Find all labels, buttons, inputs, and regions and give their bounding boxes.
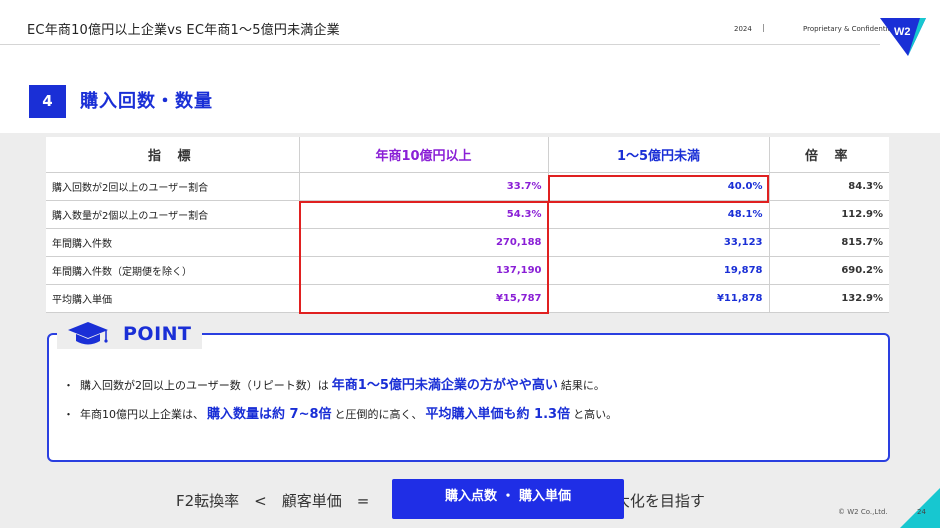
table-row: 年間購入件数 270,188 33,123 815.7% bbox=[46, 228, 889, 257]
bullet-text: と高い。 bbox=[573, 408, 618, 421]
row-label: 購入数量が2個以上のユーザー割合 bbox=[46, 200, 300, 229]
point-bullet-2: ・ 年商10億円以上企業は、 購入数量は約 7~8倍 と圧倒的に高く、 平均購入… bbox=[63, 403, 617, 422]
bullet-text: 年商10億円以上企業は、 bbox=[80, 408, 204, 421]
header-year: 2024 bbox=[734, 25, 752, 33]
large-value: 270,188 bbox=[299, 228, 549, 257]
large-value: 33.7% bbox=[299, 172, 549, 201]
ratio-value: 84.3% bbox=[769, 172, 889, 201]
row-label: 平均購入単価 bbox=[46, 284, 300, 313]
slide-title: EC年商10億円以上企業vs EC年商1〜5億円未満企業 bbox=[27, 23, 340, 38]
table-row: 購入回数が2回以上のユーザー割合 33.7% 40.0% 84.3% bbox=[46, 172, 889, 201]
large-value: 54.3% bbox=[299, 200, 549, 229]
bullet-dot: ・ bbox=[63, 408, 74, 421]
purchase-points-button[interactable]: 購入点数 ・ 購入単価 bbox=[392, 479, 624, 519]
header-small-company: 1〜5億円未満 bbox=[548, 137, 770, 173]
comparison-table: 指 標 年商10億円以上 1〜5億円未満 倍 率 購入回数が2回以上のユーザー割… bbox=[46, 137, 889, 313]
small-value: 33,123 bbox=[548, 228, 770, 257]
ratio-value: 690.2% bbox=[769, 256, 889, 285]
table-row: 平均購入単価 ¥15,787 ¥11,878 132.9% bbox=[46, 284, 889, 313]
header-divider bbox=[0, 44, 880, 45]
formula-right: 大化を目指す bbox=[614, 492, 705, 510]
svg-text:W2: W2 bbox=[894, 26, 911, 38]
w2-logo: W2 bbox=[880, 18, 926, 56]
header-separator: | bbox=[762, 23, 765, 32]
bullet-text: 購入回数が2回以上のユーザー数（リピート数）は bbox=[80, 379, 329, 392]
section-title: 購入回数・数量 bbox=[80, 91, 213, 112]
small-value: 48.1% bbox=[548, 200, 770, 229]
bullet-highlight: 平均購入単価も約 1.3倍 bbox=[425, 407, 571, 422]
copyright: © W2 Co.,Ltd. bbox=[838, 508, 888, 516]
bullet-dot: ・ bbox=[63, 379, 74, 392]
point-label: POINT bbox=[123, 323, 192, 345]
point-box bbox=[47, 333, 890, 462]
point-bullet-1: ・ 購入回数が2回以上のユーザー数（リピート数）は 年商1〜5億円未満企業の方が… bbox=[63, 374, 605, 393]
row-label: 年間購入件数 bbox=[46, 228, 300, 257]
ratio-value: 132.9% bbox=[769, 284, 889, 313]
header-metric: 指 標 bbox=[46, 137, 300, 173]
formula-left: F2転換率 < 顧客単価 = bbox=[176, 492, 370, 510]
table-header-row: 指 標 年商10億円以上 1〜5億円未満 倍 率 bbox=[46, 137, 889, 173]
bullet-text: と圧倒的に高く、 bbox=[334, 408, 423, 421]
bullet-text: 結果に。 bbox=[560, 379, 605, 392]
ratio-value: 815.7% bbox=[769, 228, 889, 257]
large-value: 137,190 bbox=[299, 256, 549, 285]
large-value: ¥15,787 bbox=[299, 284, 549, 313]
graduation-cap-icon bbox=[68, 322, 108, 345]
row-label: 購入回数が2回以上のユーザー割合 bbox=[46, 172, 300, 201]
row-label: 年間購入件数（定期便を除く） bbox=[46, 256, 300, 285]
small-value: 19,878 bbox=[548, 256, 770, 285]
small-value: ¥11,878 bbox=[548, 284, 770, 313]
section-number: 4 bbox=[29, 85, 66, 118]
header-large-company: 年商10億円以上 bbox=[299, 137, 549, 173]
header-ratio: 倍 率 bbox=[769, 137, 889, 173]
table-row: 購入数量が2個以上のユーザー割合 54.3% 48.1% 112.9% bbox=[46, 200, 889, 229]
bullet-highlight: 年商1〜5億円未満企業の方がやや高い bbox=[331, 378, 558, 393]
small-value: 40.0% bbox=[548, 172, 770, 201]
bullet-highlight: 購入数量は約 7~8倍 bbox=[207, 407, 332, 422]
table-row: 年間購入件数（定期便を除く） 137,190 19,878 690.2% bbox=[46, 256, 889, 285]
ratio-value: 112.9% bbox=[769, 200, 889, 229]
point-header: POINT bbox=[57, 319, 202, 349]
page-number: 24 bbox=[917, 508, 926, 516]
